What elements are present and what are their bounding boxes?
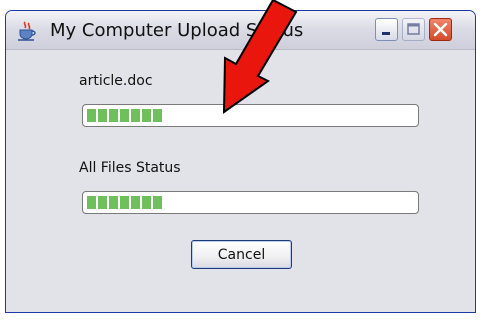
- red-arrow-icon: [222, 0, 298, 114]
